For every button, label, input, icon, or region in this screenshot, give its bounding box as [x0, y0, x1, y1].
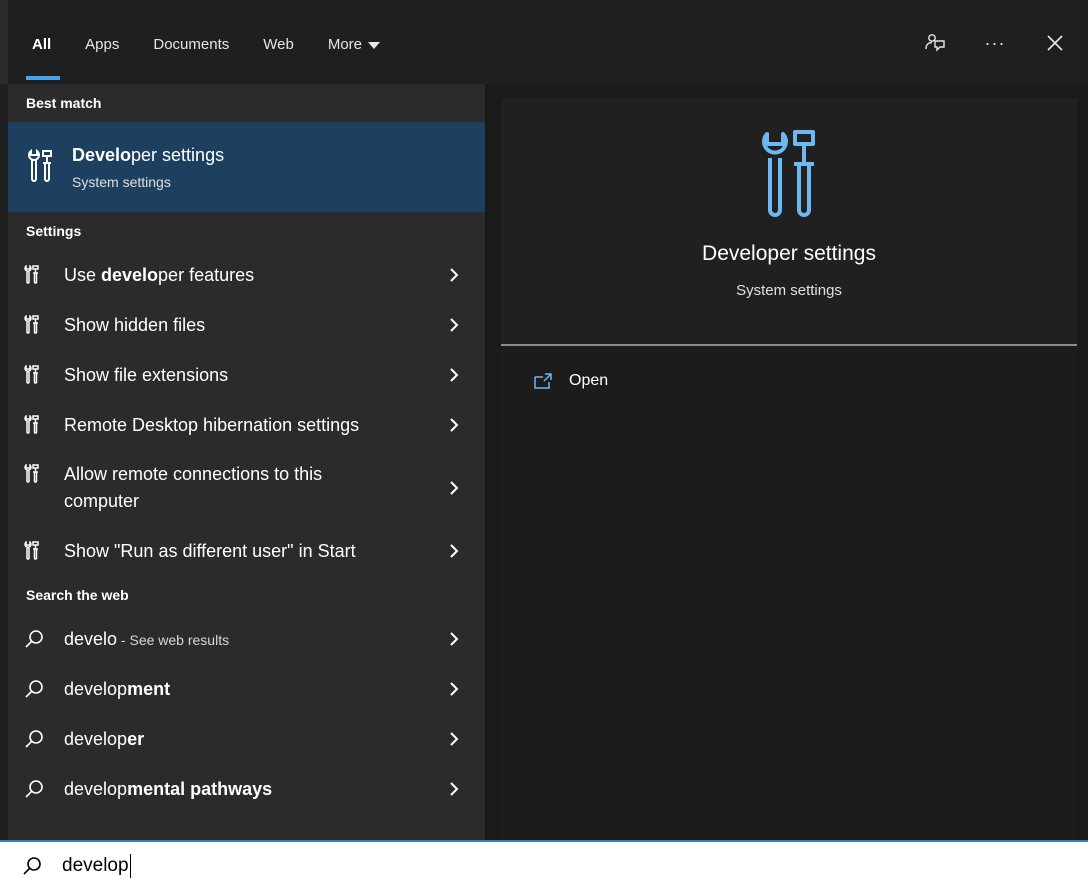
chevron-right-icon	[450, 268, 459, 282]
chevron-right-icon	[450, 544, 459, 558]
chevron-right-icon	[450, 682, 459, 696]
settings-tool-icon	[24, 265, 39, 284]
open-label: Open	[569, 372, 609, 389]
search-box[interactable]: develop	[0, 840, 1088, 890]
feedback-button[interactable]	[922, 28, 948, 58]
chevron-right-icon	[450, 368, 459, 382]
tab-label: More	[327, 36, 363, 53]
tab-label: Web	[263, 36, 294, 53]
results-list: Best match Developer settings System set…	[8, 84, 485, 840]
chevron-right-icon	[450, 481, 459, 495]
search-icon	[25, 680, 43, 698]
chevron-right-icon	[450, 632, 459, 646]
top-actions: ···	[922, 28, 1068, 58]
list-item-show-file-extensions[interactable]: Show file extensions	[8, 350, 485, 400]
search-input[interactable]: develop	[62, 854, 462, 878]
preview-subtitle: System settings	[736, 282, 842, 299]
preview-card: Developer settings System settings Open	[501, 98, 1077, 842]
feedback-icon	[925, 34, 945, 52]
section-best-match: Best match	[26, 95, 102, 111]
close-icon	[1047, 35, 1063, 51]
list-item-allow-remote-connections[interactable]: Allow remote connections to this compute…	[8, 450, 485, 526]
list-item-use-developer-features[interactable]: Use developer features	[8, 250, 485, 300]
web-result-developer[interactable]: developer	[8, 714, 485, 764]
open-action[interactable]: Open	[533, 372, 608, 390]
close-button[interactable]	[1042, 28, 1068, 58]
search-icon	[25, 780, 43, 798]
best-match-title: Developer settings	[72, 144, 225, 165]
tab-label: Documents	[153, 36, 230, 53]
settings-tool-icon	[24, 464, 39, 483]
settings-tool-icon	[24, 541, 39, 560]
search-tab-bar: All Apps Documents Web More ···	[0, 0, 1088, 84]
tab-list: All Apps Documents Web More	[25, 26, 414, 80]
tab-more[interactable]: More	[327, 26, 381, 66]
web-result-develo[interactable]: develo - See web results	[8, 614, 485, 664]
settings-tool-icon	[24, 315, 39, 334]
list-item-run-as-different-user[interactable]: Show "Run as different user" in Start	[8, 526, 485, 576]
best-match-item[interactable]: Developer settings System settings	[8, 122, 485, 212]
more-options-button[interactable]: ···	[982, 28, 1008, 58]
chevron-right-icon	[450, 418, 459, 432]
web-result-development[interactable]: development	[8, 664, 485, 714]
caret-down-icon	[368, 41, 381, 49]
search-icon	[23, 857, 41, 875]
tab-web[interactable]: Web	[263, 26, 294, 66]
section-search-web: Search the web	[26, 587, 129, 603]
tab-apps[interactable]: Apps	[85, 26, 119, 66]
chevron-right-icon	[450, 732, 459, 746]
list-item-show-hidden-files[interactable]: Show hidden files	[8, 300, 485, 350]
settings-tool-icon	[24, 365, 39, 384]
text-cursor	[129, 854, 131, 878]
settings-tool-icon	[24, 415, 39, 434]
open-icon	[534, 373, 552, 389]
more-icon: ···	[984, 32, 1006, 53]
developer-settings-icon	[28, 149, 52, 182]
preview-pane: Developer settings System settings Open	[485, 84, 1088, 842]
tab-label: All	[32, 36, 52, 53]
search-icon	[25, 730, 43, 748]
divider	[501, 344, 1077, 346]
tab-documents[interactable]: Documents	[153, 26, 229, 66]
chevron-right-icon	[450, 782, 459, 796]
preview-header: Developer settings System settings	[501, 98, 1077, 344]
web-result-developmental-pathways[interactable]: developmental pathways	[8, 764, 485, 814]
list-item-remote-desktop-hibernation[interactable]: Remote Desktop hibernation settings	[8, 400, 485, 450]
developer-settings-icon	[762, 130, 815, 217]
chevron-right-icon	[450, 318, 459, 332]
section-settings: Settings	[26, 223, 82, 239]
preview-title: Developer settings	[702, 242, 876, 265]
best-match-subtitle: System settings	[72, 173, 171, 190]
window-edge	[0, 0, 8, 84]
search-icon	[25, 630, 43, 648]
tab-all[interactable]: All	[25, 26, 61, 80]
tab-label: Apps	[85, 36, 120, 53]
